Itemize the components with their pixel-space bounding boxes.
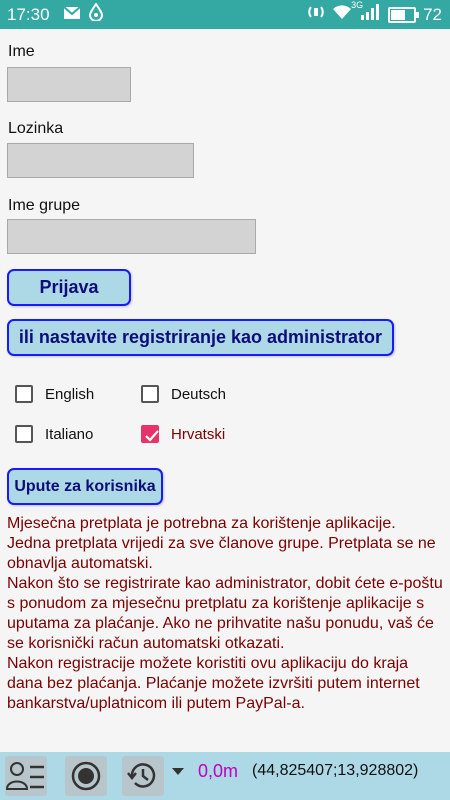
group-name-input[interactable] — [7, 219, 256, 254]
language-option-italiano[interactable]: Italiano — [15, 425, 93, 443]
history-button[interactable] — [122, 756, 164, 796]
group-name-label: Ime grupe — [8, 197, 81, 214]
history-icon — [127, 763, 156, 788]
language-option-hrvatski[interactable]: Hrvatski — [141, 425, 225, 443]
name-label: Ime — [8, 43, 35, 60]
italiano-label: Italiano — [45, 425, 94, 443]
record-button[interactable] — [65, 756, 107, 796]
deutsch-checkbox[interactable] — [141, 385, 159, 403]
dropdown-arrow-icon[interactable] — [172, 768, 184, 775]
checkmark-icon — [145, 430, 159, 442]
language-option-english[interactable]: English — [15, 385, 94, 403]
battery-icon — [388, 6, 420, 23]
mail-icon — [63, 5, 81, 25]
italiano-checkbox[interactable] — [15, 425, 33, 443]
hrvatski-label: Hrvatski — [171, 425, 226, 443]
coordinates-value: (44,825407;13,928802) — [252, 762, 419, 779]
nfc-icon — [307, 3, 325, 26]
info-paragraph-2: Nakon što se registrirate kao administra… — [7, 575, 443, 652]
info-paragraph-1: Mjesečna pretplata je potrebna za korišt… — [7, 515, 436, 572]
network-type-label: 3G — [351, 0, 364, 10]
english-checkbox[interactable] — [15, 385, 33, 403]
info-paragraph-3: Nakon registracije možete koristiti ovu … — [7, 655, 420, 712]
password-label: Lozinka — [8, 120, 64, 137]
password-input[interactable] — [7, 143, 194, 178]
record-icon — [71, 761, 101, 791]
status-time: 17:30 — [7, 4, 50, 24]
battery-level: 72 — [423, 4, 442, 24]
drop-icon — [88, 2, 104, 26]
hrvatski-checkbox[interactable] — [141, 425, 159, 443]
contacts-list-button[interactable] — [5, 756, 47, 796]
contacts-list-icon — [6, 762, 44, 790]
status-bar: 17:30 3G 72 — [0, 0, 450, 29]
subscription-info: Mjesečna pretplata je potrebna za korišt… — [7, 514, 443, 714]
battery-fill — [391, 9, 406, 20]
language-option-deutsch[interactable]: Deutsch — [141, 385, 226, 403]
wifi-icon — [332, 4, 352, 25]
register-admin-button[interactable]: ili nastavite registriranje kao administ… — [7, 319, 394, 356]
signal-icon: 3G — [351, 0, 381, 25]
distance-value: 0,0m — [198, 761, 239, 781]
name-input[interactable] — [7, 67, 131, 102]
login-button[interactable]: Prijava — [7, 269, 131, 306]
english-label: English — [45, 385, 95, 403]
deutsch-label: Deutsch — [171, 385, 227, 403]
user-guide-button[interactable]: Upute za korisnika — [7, 468, 163, 505]
